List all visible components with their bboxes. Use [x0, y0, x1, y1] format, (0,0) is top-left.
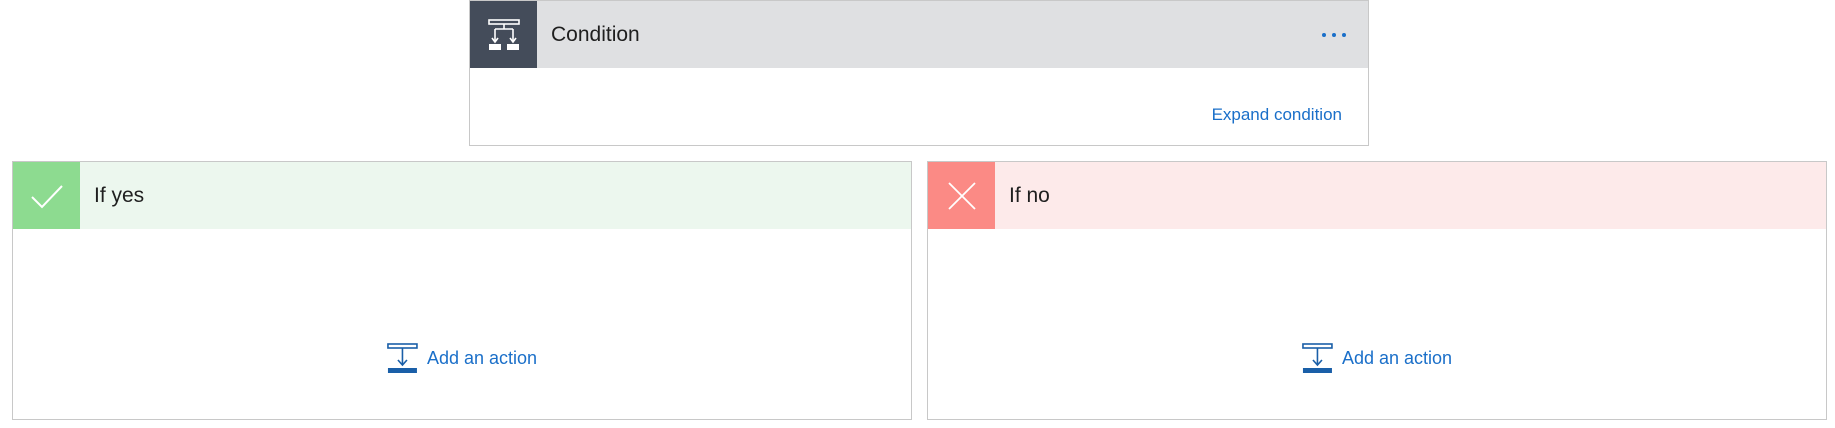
if-yes-add-action-label: Add an action	[426, 348, 538, 368]
if-no-add-action-button[interactable]: Add an action	[1302, 343, 1452, 374]
condition-title: Condition	[551, 22, 640, 46]
more-options-icon	[1322, 32, 1326, 37]
condition-card: Condition Expand condition	[469, 0, 1369, 146]
condition-icon-box	[470, 1, 537, 68]
if-yes-card: If yes Add an action	[12, 161, 912, 420]
close-icon	[947, 181, 976, 210]
more-options-dot	[1332, 32, 1336, 37]
if-no-add-action-label: Add an action	[1341, 348, 1453, 368]
condition-header[interactable]: Condition	[470, 1, 1368, 68]
more-options-button[interactable]	[1322, 1, 1346, 68]
add-action-icon	[387, 343, 418, 373]
checkmark-icon	[30, 184, 63, 208]
if-yes-add-action-button[interactable]: Add an action	[387, 343, 537, 374]
if-no-icon-box	[928, 162, 995, 229]
if-yes-header[interactable]: If yes	[13, 162, 911, 229]
if-yes-title: If yes	[94, 183, 145, 207]
if-no-title: If no	[1009, 183, 1050, 207]
condition-icon	[487, 18, 520, 50]
add-action-icon	[1302, 343, 1333, 373]
more-options-dot	[1342, 32, 1346, 37]
if-no-header[interactable]: If no	[928, 162, 1826, 229]
if-yes-icon-box	[13, 162, 80, 229]
if-no-card: If no Add an action	[927, 161, 1827, 420]
expand-condition-link[interactable]: Expand condition	[1212, 105, 1342, 125]
